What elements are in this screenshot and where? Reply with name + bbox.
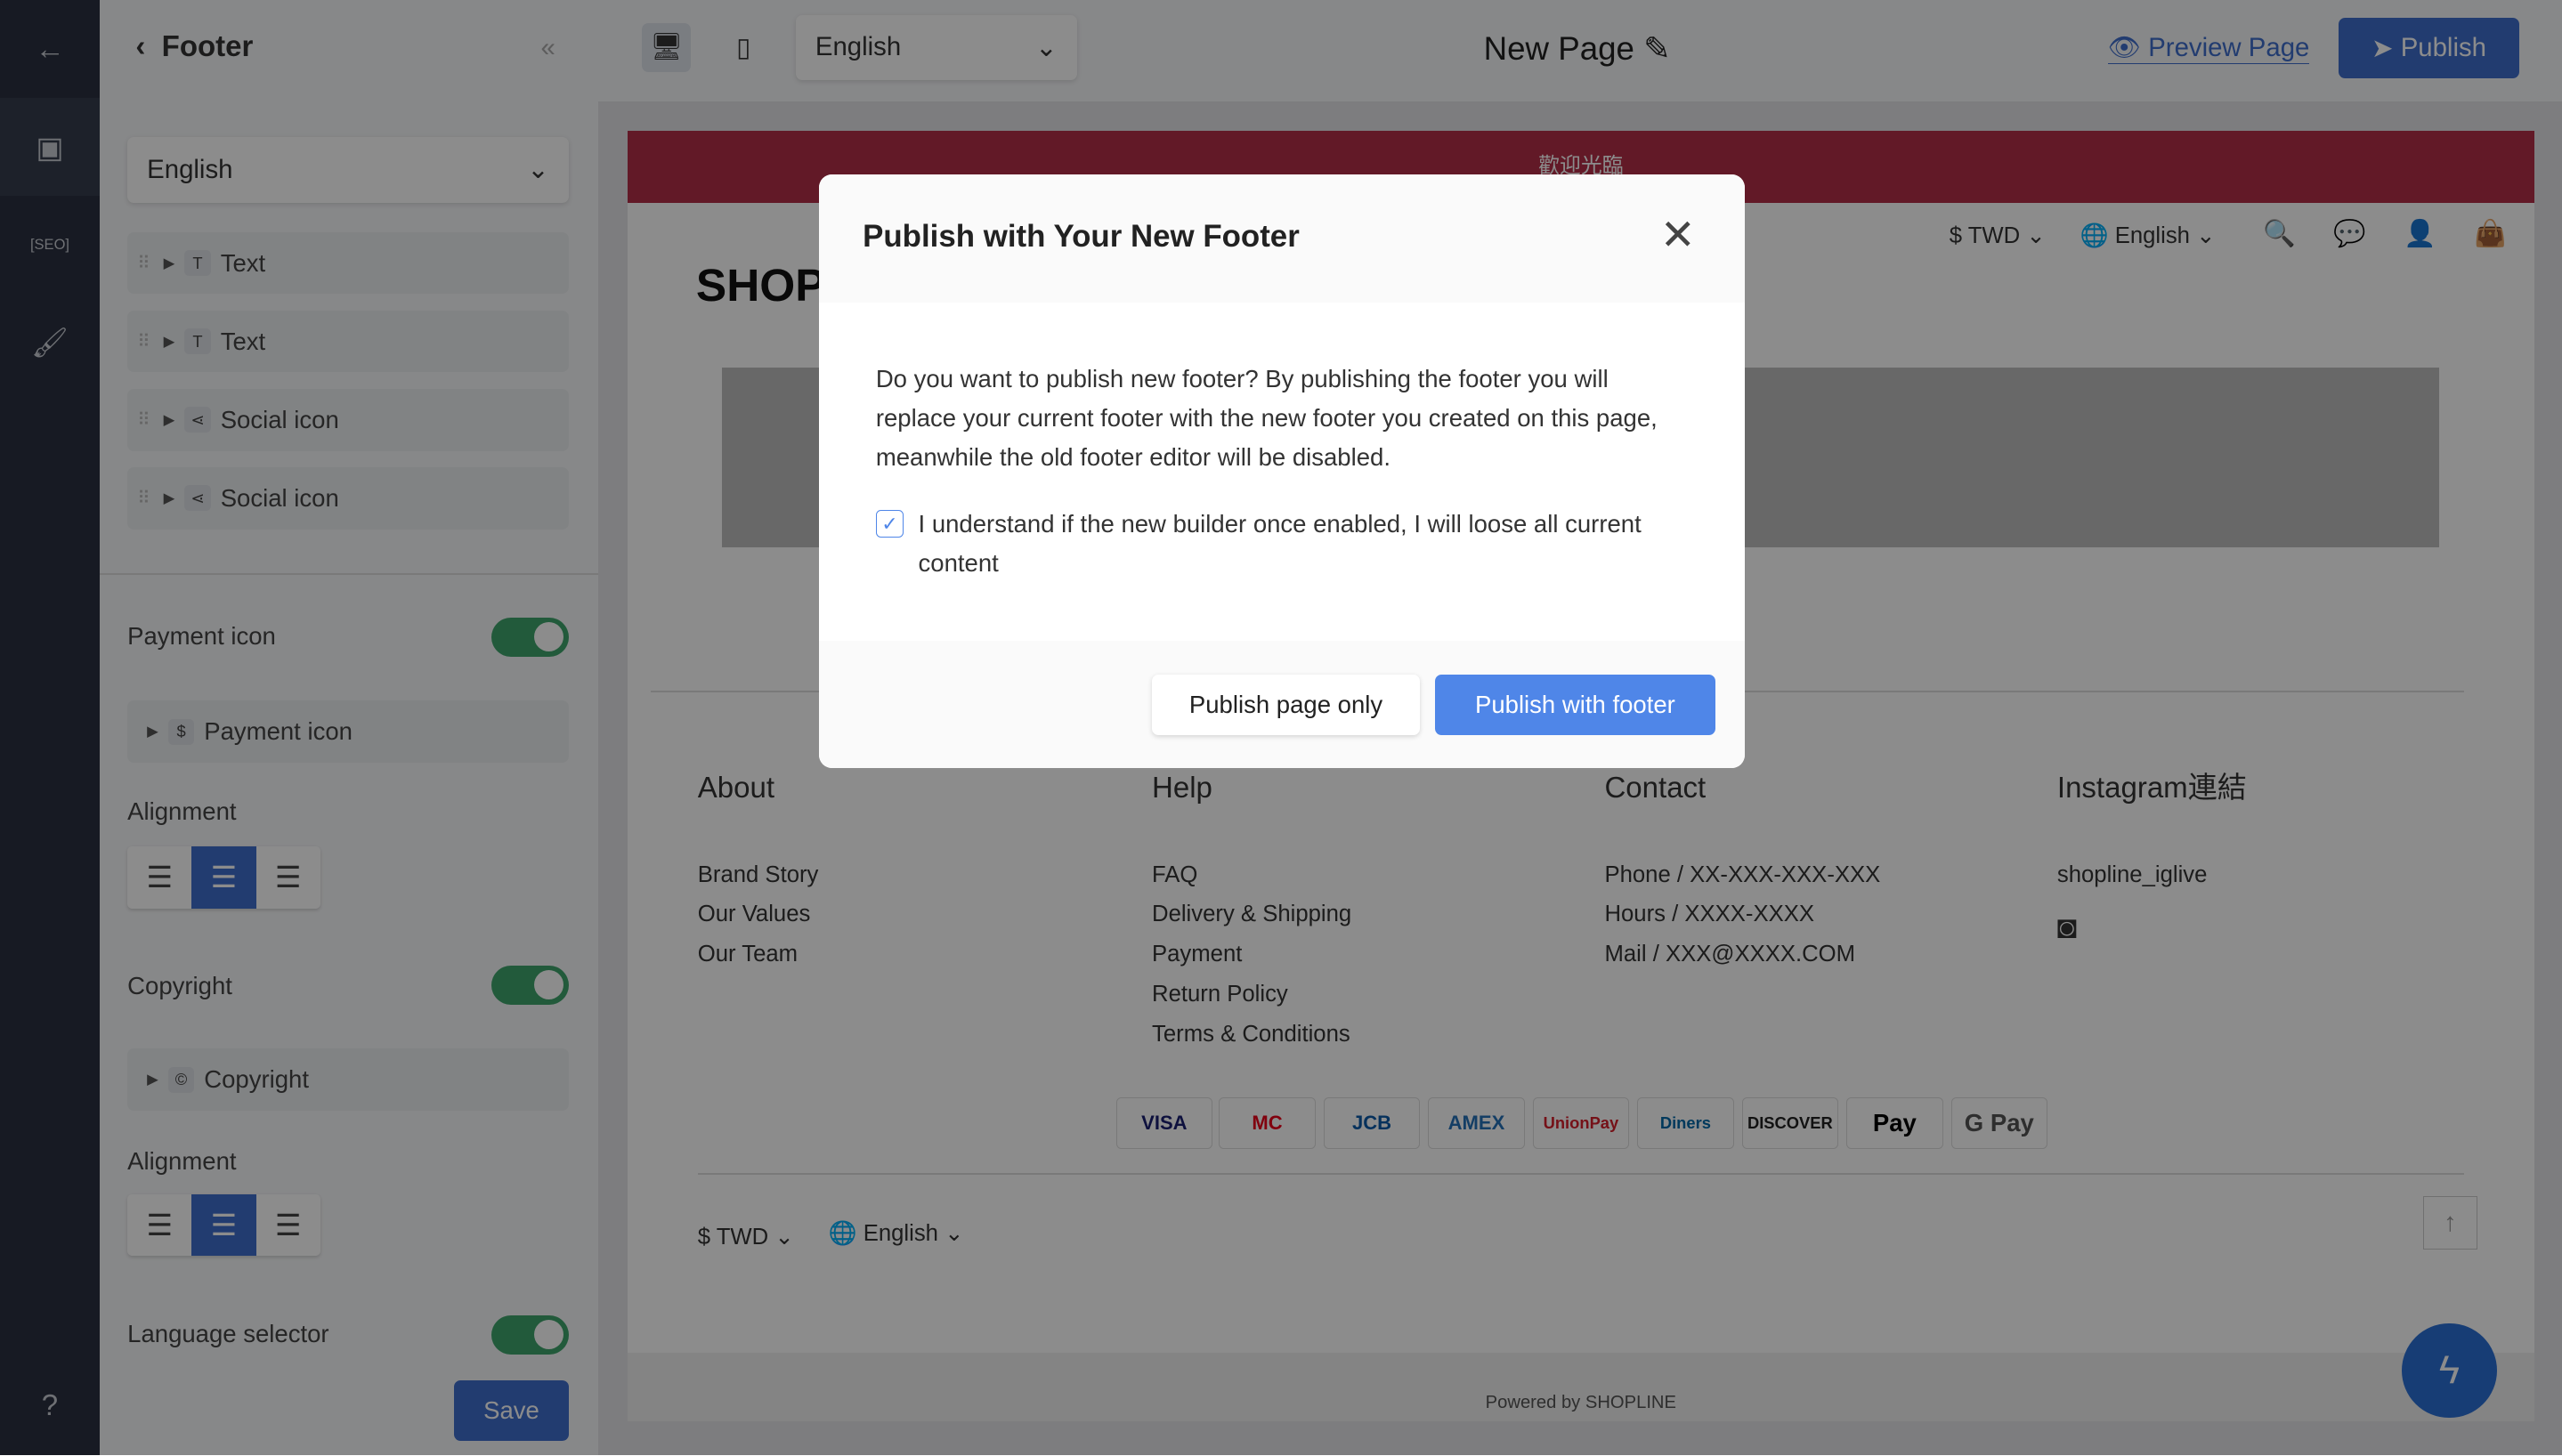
checkbox-label[interactable]: I understand if the new builder once ena… xyxy=(919,505,1654,583)
publish-with-footer-button[interactable]: Publish with footer xyxy=(1434,675,1716,735)
modal-title: Publish with Your New Footer xyxy=(863,218,1300,254)
publish-page-only-button[interactable]: Publish page only xyxy=(1152,675,1421,735)
modal-body-text: Do you want to publish new footer? By pu… xyxy=(875,364,1658,471)
close-icon[interactable]: ✕ xyxy=(1660,211,1696,260)
publish-footer-modal: Publish with Your New Footer ✕ Do you wa… xyxy=(818,174,1746,768)
understand-checkbox[interactable]: ✓ xyxy=(875,509,904,538)
